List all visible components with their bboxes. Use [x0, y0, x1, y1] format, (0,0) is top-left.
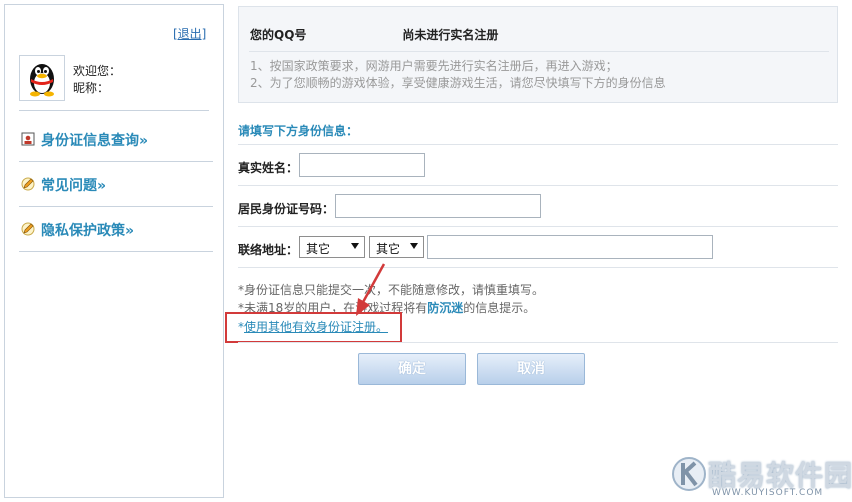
id-card-icon	[21, 132, 35, 146]
qq-penguin-icon	[30, 64, 54, 97]
province-select-value: 其它	[306, 242, 331, 256]
notice-line: 1、按国家政策要求，网游用户需要先进行实名注册后，再进入游戏；	[250, 59, 618, 73]
notice-title-suffix: 尚未进行实名注册	[402, 28, 499, 42]
notice-line: 2、为了您顺畅的游戏体验，享受健康游戏生活，请您尽快填写下方的身份信息	[250, 76, 666, 90]
arrow-annotation-icon	[356, 263, 386, 316]
watermark: 酷易软件园 WWW.KUYISOFT.COM	[672, 452, 852, 500]
divider	[238, 342, 838, 343]
dropdown-arrow-icon	[410, 243, 418, 249]
user-profile: 欢迎您： 昵称：	[19, 53, 209, 111]
confirm-button[interactable]: 确定	[358, 353, 466, 385]
sidebar: [退出] 欢迎您： 昵称： 身份证信息查询» 常见问题» 隐私保护政策»	[4, 4, 224, 498]
notice-title-prefix: 您的QQ号	[250, 28, 307, 42]
anti-addiction-text: 防沉迷	[427, 301, 464, 315]
divider	[238, 185, 838, 186]
cancel-button[interactable]: 取消	[477, 353, 585, 385]
id-number-input[interactable]	[335, 194, 541, 218]
real-name-label: 真实姓名：	[238, 161, 299, 175]
notice-title: 您的QQ号 尚未进行实名注册	[250, 26, 498, 43]
form-heading: 请填写下方身份信息：	[238, 124, 359, 138]
sidebar-item-privacy[interactable]: 隐私保护政策»	[19, 207, 213, 252]
dropdown-arrow-icon	[351, 243, 359, 249]
sidebar-item-id-query[interactable]: 身份证信息查询»	[19, 117, 213, 162]
divider	[238, 144, 838, 145]
note-submit-once: *身份证信息只能提交一次，不能随意修改，请慎重填写。	[238, 283, 545, 297]
province-select[interactable]: 其它	[299, 236, 365, 258]
sidebar-item-label: 常见问题»	[41, 178, 107, 194]
address-input[interactable]	[427, 235, 713, 259]
real-name-input[interactable]	[299, 153, 425, 177]
logout-link[interactable]: [退出]	[173, 25, 206, 42]
pencil-icon	[21, 222, 35, 236]
city-select[interactable]: 其它	[369, 236, 424, 258]
pencil-icon	[21, 177, 35, 191]
id-number-label: 居民身份证号码：	[238, 202, 335, 216]
sidebar-item-label: 身份证信息查询»	[41, 133, 149, 149]
avatar	[19, 55, 65, 101]
city-select-value: 其它	[376, 242, 401, 256]
divider	[249, 51, 829, 52]
divider	[238, 226, 838, 227]
note-text: 的信息提示。	[463, 301, 536, 315]
divider	[238, 267, 838, 268]
address-label: 联络地址：	[238, 243, 299, 257]
sidebar-item-faq[interactable]: 常见问题»	[19, 162, 213, 207]
kuyi-logo-icon	[672, 457, 706, 491]
nickname-label: 昵称：	[73, 81, 110, 95]
welcome-label: 欢迎您：	[73, 64, 122, 78]
notice-box: 您的QQ号 尚未进行实名注册 1、按国家政策要求，网游用户需要先进行实名注册后，再…	[238, 6, 838, 103]
sidebar-item-label: 隐私保护政策»	[41, 223, 135, 239]
watermark-url: WWW.KUYISOFT.COM	[712, 488, 824, 498]
